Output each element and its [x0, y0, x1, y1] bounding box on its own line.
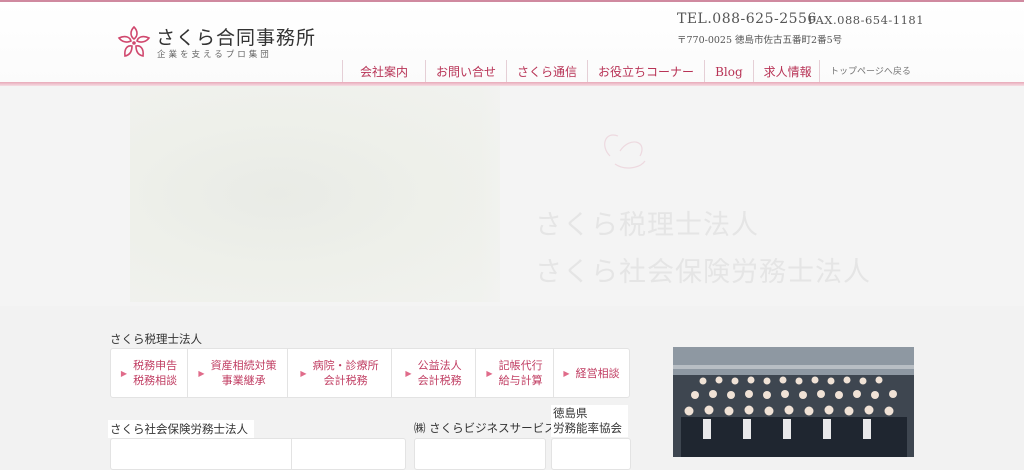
service-label-line2: 給与計算	[498, 374, 543, 387]
arrow-icon: ▶	[486, 368, 493, 378]
labor-section-title: さくら社会保険労務士法人	[108, 420, 254, 438]
hero-heading-tax: さくら税理士法人	[535, 210, 759, 241]
arrow-icon: ▶	[405, 368, 412, 378]
association-title-line2: 労務能率協会	[553, 421, 622, 435]
hero-photo	[130, 86, 500, 302]
address: 〒770-0025 徳島市佐古五番町2番5号	[677, 35, 843, 46]
faded-blossom-icon	[604, 134, 646, 169]
phone-number: TEL.088-625-2556	[677, 11, 817, 27]
service-label-line2: 会計税務	[323, 374, 368, 387]
business-section-title: ㈱ さくらビジネスサービス	[414, 421, 556, 435]
logo-subtitle: 企業を支えるプロ集団	[157, 50, 272, 60]
service-label-line1: 税務申告	[133, 359, 178, 372]
service-label-line1: 公益法人	[417, 359, 462, 372]
nav-blog[interactable]: Blog	[704, 60, 753, 84]
service-label: 経営相談	[575, 366, 620, 380]
hero-photo-fade	[480, 86, 540, 302]
arrow-icon: ▶	[563, 368, 570, 378]
staff-group-photo	[673, 347, 914, 457]
menu-divider	[291, 439, 292, 469]
service-label-line2: 事業継承	[221, 374, 266, 387]
sakura-logo-icon	[117, 25, 151, 57]
service-label-line2: 会計税務	[417, 374, 462, 387]
hero-heading-labor: さくら社会保険労務士法人	[535, 257, 871, 288]
tax-services-menu: ▶ 税務申告 税務相談 ▶ 資産相続対策 事業継承 ▶ 病院・診療所 会計税務 ▶ 公…	[110, 348, 630, 398]
service-consulting[interactable]: ▶ 経営相談	[553, 349, 629, 397]
hero-banner: さくら税理士法人 さくら社会保険労務士法人	[0, 86, 1024, 306]
service-medical[interactable]: ▶ 病院・診療所 会計税務	[287, 349, 391, 397]
service-tax-filing[interactable]: ▶ 税務申告税務相談	[111, 349, 187, 397]
service-bookkeeping[interactable]: ▶ 記帳代行給与計算	[475, 349, 553, 397]
association-title-line1: 徳島県	[553, 406, 588, 420]
logo-title: さくら合同事務所	[156, 27, 317, 49]
business-services-menu	[414, 438, 546, 470]
arrow-icon: ▶	[120, 368, 128, 378]
group-photo-illustration	[673, 347, 914, 457]
nav-newsletter[interactable]: さくら通信	[506, 60, 587, 84]
nav-back-to-top[interactable]: トップページへ戻る	[819, 60, 911, 84]
tax-section-title: さくら税理士法人	[110, 332, 202, 346]
service-public-interest[interactable]: ▶ 公益法人会計税務	[391, 349, 475, 397]
arrow-icon: ▶	[198, 368, 205, 378]
service-label-line1: 病院・診療所	[312, 359, 379, 372]
service-inheritance[interactable]: ▶ 資産相続対策 事業継承	[187, 349, 287, 397]
arrow-icon: ▶	[300, 368, 307, 378]
association-menu	[551, 438, 631, 470]
nav-contact[interactable]: お問い合せ	[425, 60, 506, 84]
nav-recruit[interactable]: 求人情報	[752, 60, 822, 84]
labor-services-menu	[110, 438, 406, 470]
nav-useful-corner[interactable]: お役立ちコーナー	[587, 60, 704, 84]
site-logo[interactable]: さくら合同事務所 企業を支えるプロ集団	[116, 22, 316, 64]
main-nav: 会社案内 お問い合せ さくら通信 お役立ちコーナー Blog 求人情報	[342, 60, 822, 84]
service-label-line2: 税務相談	[133, 374, 178, 387]
service-label-line1: 記帳代行	[498, 359, 543, 372]
site-header: さくら合同事務所 企業を支えるプロ集団 TEL.088-625-2556 FAX…	[0, 2, 1024, 84]
service-label-line1: 資産相続対策	[210, 359, 277, 372]
nav-company-info[interactable]: 会社案内	[342, 60, 425, 84]
fax-number: FAX.088-654-1181	[808, 13, 925, 27]
association-section-title: 徳島県 労務能率協会	[551, 405, 628, 437]
